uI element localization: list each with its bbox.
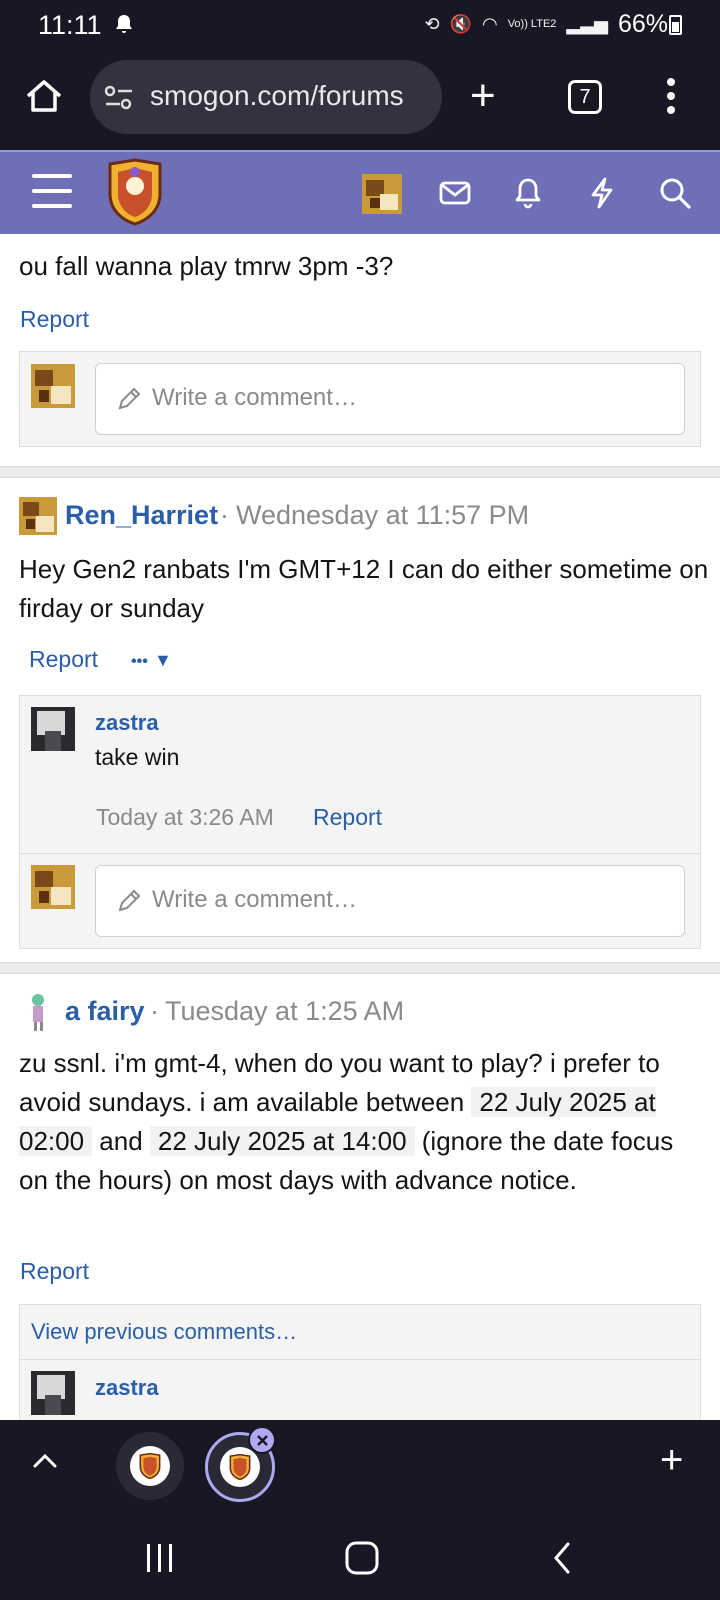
commenter-avatar	[31, 865, 75, 909]
tab-switcher-button[interactable]: 7	[568, 80, 602, 114]
author-avatar[interactable]	[19, 497, 57, 535]
inbox-icon[interactable]	[438, 176, 472, 210]
chevron-up-icon[interactable]	[32, 1450, 58, 1470]
more-options-button[interactable]: ••• ▼	[131, 646, 172, 672]
browser-toolbar: smogon.com/forums + 7	[0, 50, 720, 150]
comment-composer: Write a comment…	[19, 351, 701, 447]
status-right: ⟲ 🔇 ◠ Vo)) LTE2 ▂▃▅ 66%	[424, 10, 668, 39]
close-tab-button[interactable]	[248, 1426, 276, 1454]
comment-report-link[interactable]: Report	[313, 804, 382, 831]
sync-icon: ⟲	[424, 14, 440, 34]
profile-post: ou fall wanna play tmrw 3pm -3? Report W…	[0, 234, 720, 474]
pencil-icon	[118, 889, 141, 912]
search-icon[interactable]	[658, 176, 692, 210]
meta-separator: ·	[150, 996, 159, 1026]
commenter-avatar	[31, 364, 75, 408]
more-options-label: •••	[131, 653, 148, 670]
post-author[interactable]: a fairy	[65, 996, 145, 1027]
post-text-part: and	[92, 1126, 150, 1156]
alerts-bell-icon[interactable]	[511, 176, 545, 210]
notification-bell-icon	[116, 15, 132, 33]
close-icon	[257, 1435, 268, 1446]
wifi-icon: ◠	[481, 14, 498, 34]
view-previous-row: View previous comments…	[20, 1305, 700, 1360]
add-tab-button[interactable]: +	[660, 1438, 683, 1483]
comment-author[interactable]: zastra	[95, 710, 159, 736]
profile-post: Ren_Harriet · Wednesday at 11:57 PM Hey …	[0, 478, 720, 958]
site-header	[0, 150, 720, 234]
report-link[interactable]: Report	[29, 646, 98, 673]
back-icon[interactable]	[550, 1540, 574, 1576]
post-time[interactable]: Tuesday at 1:25 AM	[165, 996, 404, 1027]
comment: zastra take win Today at 3:26 AM Report	[20, 696, 700, 854]
url-text: smogon.com/forums	[150, 80, 404, 111]
comment-text: take win	[95, 744, 180, 770]
post-divider	[0, 466, 720, 478]
comment-placeholder: Write a comment…	[152, 384, 357, 411]
browser-menu-button[interactable]	[666, 78, 676, 118]
tab-thumbnail[interactable]	[116, 1432, 184, 1500]
comments-block: zastra take win Today at 3:26 AM Report …	[19, 695, 701, 949]
thread-content: ou fall wanna play tmrw 3pm -3? Report W…	[0, 234, 720, 1420]
meta-separator: ·	[220, 500, 229, 530]
home-nav-icon[interactable]	[344, 1540, 380, 1576]
write-comment-input[interactable]: Write a comment…	[95, 363, 685, 435]
author-avatar[interactable]	[19, 992, 57, 1032]
view-previous-comments-link[interactable]: View previous comments…	[31, 1319, 297, 1345]
comment-author[interactable]: zastra	[95, 1375, 159, 1401]
home-icon[interactable]	[24, 76, 64, 116]
battery-percent: 66%	[617, 10, 668, 38]
status-time: 11:11	[38, 10, 102, 40]
chevron-down-icon: ▼	[153, 650, 172, 670]
network-label: Vo)) LTE2	[507, 18, 557, 30]
menu-icon[interactable]	[32, 174, 72, 208]
commenter-avatar[interactable]	[31, 1371, 75, 1415]
system-nav-bar	[0, 1520, 720, 1600]
mute-icon: 🔇	[449, 14, 472, 34]
profile-post: a fairy · Tuesday at 1:25 AM zu ssnl. i'…	[0, 974, 720, 1420]
commenter-avatar[interactable]	[31, 707, 75, 751]
recent-apps-icon[interactable]	[144, 1542, 176, 1574]
user-avatar[interactable]	[362, 174, 402, 214]
smogon-logo[interactable]	[104, 158, 166, 226]
smogon-tab-icon	[229, 1453, 251, 1481]
battery-icon	[669, 15, 682, 35]
post-text: Hey Gen2 ranbats I'm GMT+12 I can do eit…	[19, 554, 709, 623]
post-author[interactable]: Ren_Harriet	[65, 500, 218, 531]
post-divider	[0, 962, 720, 974]
comment-placeholder: Write a comment…	[152, 886, 357, 913]
tab-strip: +	[0, 1420, 720, 1520]
report-link[interactable]: Report	[20, 1258, 89, 1285]
pencil-icon	[118, 387, 141, 410]
status-bar: 11:11 ⟲ 🔇 ◠ Vo)) LTE2 ▂▃▅ 66%	[0, 0, 720, 50]
comments-block: View previous comments… zastra	[19, 1304, 701, 1420]
post-time[interactable]: Wednesday at 11:57 PM	[236, 500, 529, 531]
write-comment-input[interactable]: Write a comment…	[95, 865, 685, 937]
date-chip: 22 July 2025 at 14:00	[149, 1126, 415, 1156]
address-bar[interactable]: smogon.com/forums	[90, 60, 442, 134]
post-text: zu ssnl. i'm gmt-4, when do you want to …	[19, 1044, 709, 1200]
smogon-tab-icon	[139, 1452, 161, 1480]
comment-time[interactable]: Today at 3:26 AM	[96, 804, 274, 831]
site-settings-icon[interactable]	[104, 85, 134, 111]
new-tab-button[interactable]: +	[470, 74, 496, 118]
report-link[interactable]: Report	[20, 306, 89, 333]
signal-icon: ▂▃▅	[566, 14, 608, 34]
lightning-icon[interactable]	[585, 176, 619, 210]
post-text: ou fall wanna play tmrw 3pm -3?	[19, 251, 394, 281]
